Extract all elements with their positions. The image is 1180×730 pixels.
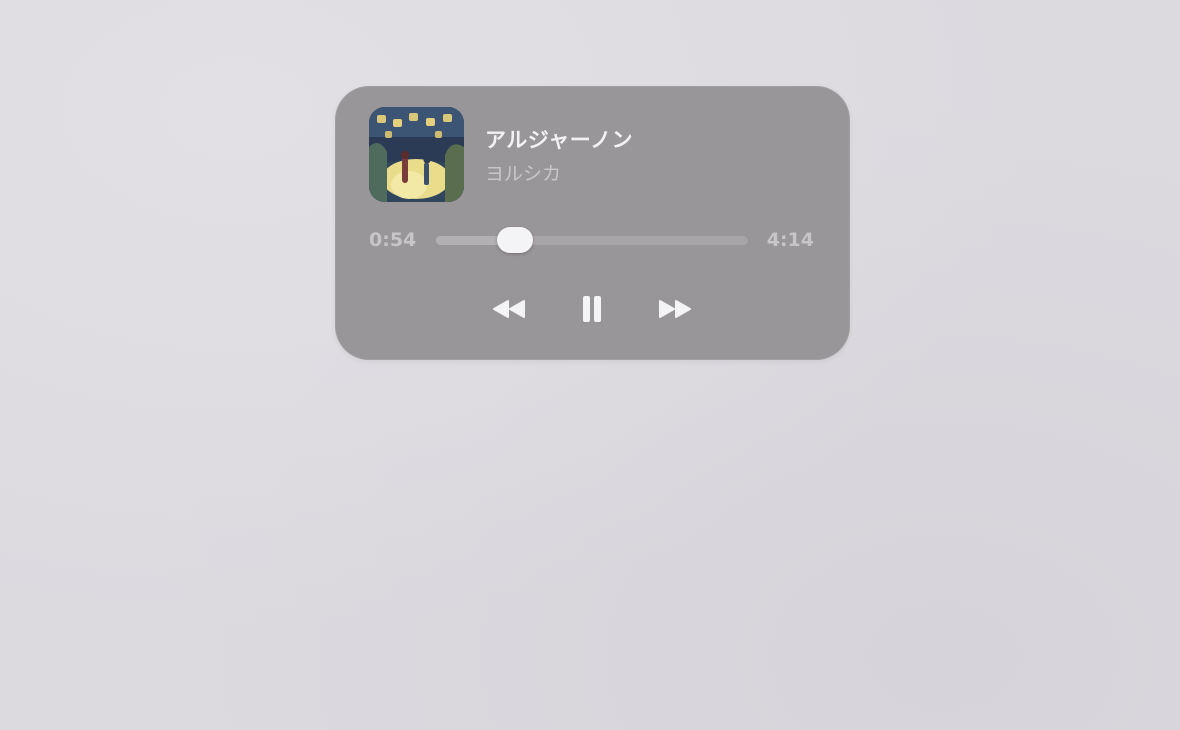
album-artwork-image <box>369 107 464 202</box>
now-playing-widget: アルジャーノン ヨルシカ 0:54 4:14 <box>335 86 850 360</box>
fast-forward-button[interactable] <box>653 291 697 327</box>
rewind-button[interactable] <box>487 291 531 327</box>
pause-icon <box>583 296 601 322</box>
track-artist[interactable]: ヨルシカ <box>485 159 561 186</box>
total-time: 4:14 <box>766 229 814 251</box>
rewind-icon <box>493 300 525 318</box>
playback-controls <box>335 291 850 327</box>
progress-slider[interactable] <box>436 227 748 253</box>
elapsed-time: 0:54 <box>369 229 417 251</box>
pause-button[interactable] <box>570 291 614 327</box>
fast-forward-icon <box>659 300 691 318</box>
album-artwork[interactable] <box>369 107 464 202</box>
track-title: アルジャーノン <box>485 128 633 152</box>
progress-thumb[interactable] <box>497 227 534 253</box>
